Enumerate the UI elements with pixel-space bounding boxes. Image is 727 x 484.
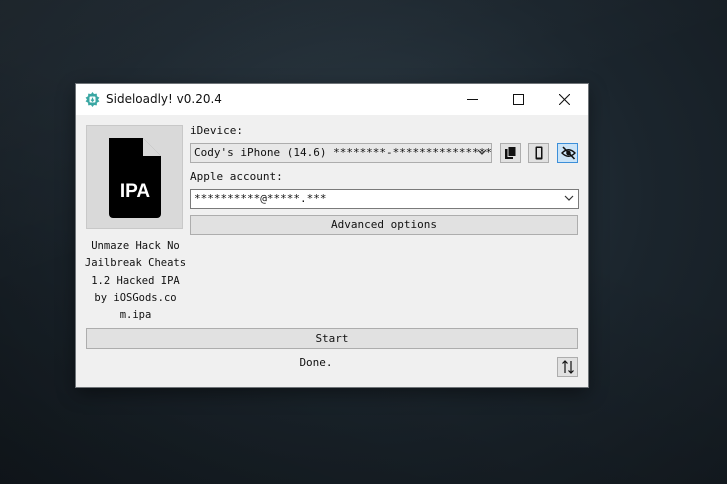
start-button[interactable]: Start bbox=[86, 328, 578, 349]
ipa-label: IPA bbox=[120, 181, 151, 202]
apple-account-input[interactable]: **********@*****.*** bbox=[190, 189, 579, 209]
advanced-options-button[interactable]: Advanced options bbox=[190, 215, 578, 235]
eye-slash-icon bbox=[561, 146, 576, 160]
file-name-line: Unmaze Hack No bbox=[91, 240, 180, 252]
apple-account-label: Apple account: bbox=[190, 170, 283, 183]
file-name-line: m.ipa bbox=[119, 309, 152, 322]
copy-icon bbox=[505, 146, 517, 159]
minimize-button[interactable] bbox=[450, 84, 496, 115]
ipa-file-icon: IPA bbox=[109, 138, 161, 218]
idevice-select[interactable]: Cody's iPhone (14.6) ********-**********… bbox=[190, 143, 492, 163]
toggle-log-button[interactable] bbox=[557, 357, 578, 377]
chevron-down-icon bbox=[564, 195, 574, 201]
close-button[interactable] bbox=[542, 84, 588, 115]
sort-arrows-icon bbox=[562, 360, 574, 374]
apple-account-value: **********@*****.*** bbox=[194, 192, 327, 205]
title-bar[interactable]: Sideloadly! v0.20.4 bbox=[76, 84, 588, 115]
idevice-selected-value: Cody's iPhone (14.6) ********-**********… bbox=[194, 146, 492, 159]
maximize-button[interactable] bbox=[496, 84, 542, 115]
status-text: Done. bbox=[299, 356, 333, 369]
close-icon bbox=[559, 94, 570, 105]
ipa-drop-area[interactable]: IPA bbox=[86, 125, 183, 229]
hide-info-toggle[interactable] bbox=[557, 143, 578, 163]
maximize-icon bbox=[513, 94, 524, 105]
file-name-line: by iOSGods.co bbox=[94, 291, 177, 304]
file-name-line: Jailbreak Cheats bbox=[84, 257, 187, 270]
chevron-down-icon bbox=[477, 149, 487, 155]
window-title: Sideloadly! v0.20.4 bbox=[106, 92, 222, 106]
idevice-label: iDevice: bbox=[190, 124, 243, 137]
minimize-icon bbox=[467, 99, 478, 100]
sideloadly-window: Sideloadly! v0.20.4 IPA Unmaze Hack No J… bbox=[76, 84, 588, 387]
ipa-file-name: Unmaze Hack No Jailbreak Cheats 1.2 Hack… bbox=[81, 238, 190, 324]
sideloadly-logo-icon bbox=[84, 91, 101, 108]
copy-udid-button[interactable] bbox=[500, 143, 521, 163]
device-info-button[interactable] bbox=[528, 143, 549, 163]
phone-icon bbox=[535, 146, 543, 160]
file-name-line: 1.2 Hacked IPA bbox=[91, 274, 180, 287]
